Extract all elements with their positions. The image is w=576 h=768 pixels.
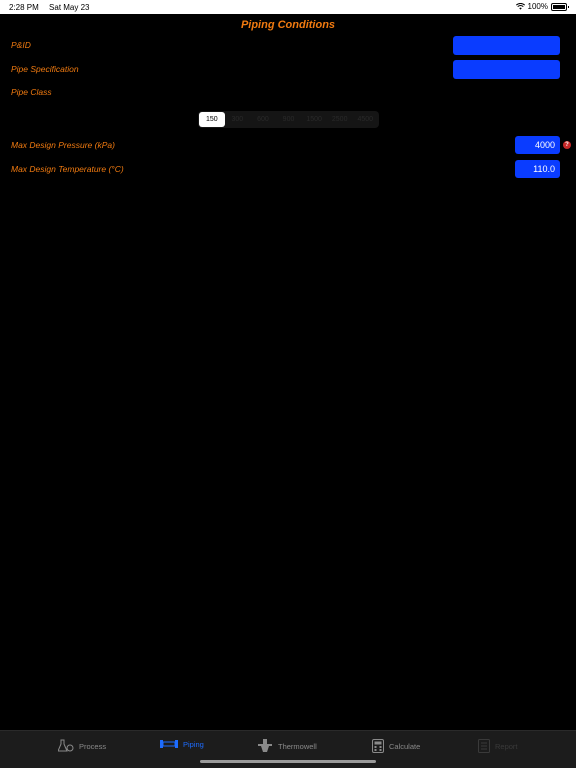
tab-thermowell-label: Thermowell [278,741,317,751]
pipe-class-2500[interactable]: 2500 [327,112,353,127]
home-indicator [200,760,376,763]
max-pressure-input[interactable]: 4000 [515,136,560,154]
pipe-icon [160,740,178,748]
max-pressure-label: Max Design Pressure (kPa) [11,140,115,150]
pipe-spec-input[interactable] [453,60,560,79]
tab-report-label: Report [495,741,518,751]
pipe-class-600[interactable]: 600 [250,112,276,127]
tab-thermowell[interactable]: Thermowell [257,739,317,753]
pipe-class-1500[interactable]: 1500 [301,112,327,127]
pid-label: P&ID [11,40,31,50]
max-temp-input[interactable]: 110.0 [515,160,560,178]
thermowell-icon [258,739,272,752]
tab-piping[interactable]: Piping [160,739,204,749]
pid-input[interactable] [453,36,560,55]
pipe-spec-label: Pipe Specification [11,64,79,74]
tab-process-label: Process [79,741,107,751]
battery-icon [551,2,569,11]
tab-report[interactable]: Report [478,739,518,753]
help-icon[interactable]: ? [563,141,571,149]
pipe-class-150[interactable]: 150 [199,112,225,127]
flask-icon [58,739,74,752]
pipe-class-label: Pipe Class [11,87,52,97]
report-icon [478,739,490,753]
status-time: 2:28 PM [9,3,39,12]
pipe-class-4500[interactable]: 4500 [352,112,378,127]
calculator-icon [372,739,384,753]
tab-process[interactable]: Process [58,739,106,753]
pipe-class-900[interactable]: 900 [276,112,302,127]
wifi-icon [515,3,525,10]
status-date: Sat May 23 [49,3,90,12]
status-bar: 2:28 PM Sat May 23 100% [0,0,576,14]
tab-calculate[interactable]: Calculate [372,739,420,753]
battery-percent: 100% [527,2,548,11]
pipe-class-300[interactable]: 300 [225,112,251,127]
tab-piping-label: Piping [183,739,204,749]
pipe-class-selector[interactable]: 150 300 600 900 1500 2500 4500 [198,111,379,128]
max-temp-label: Max Design Temperature (°C) [11,164,124,174]
page-title: Piping Conditions [240,19,336,31]
tab-calculate-label: Calculate [389,741,421,751]
